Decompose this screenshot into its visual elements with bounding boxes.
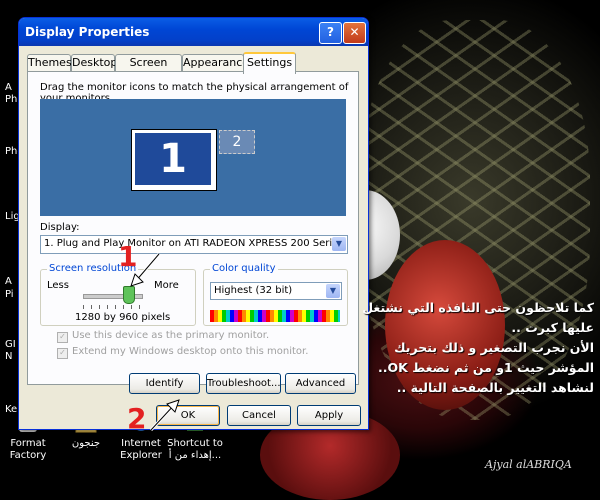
desktop-side-label[interactable]: A (5, 276, 12, 287)
tab-appearance[interactable]: Appearance (182, 54, 249, 72)
color-quality-group: Color quality Highest (32 bit) ▼ (203, 263, 348, 326)
settings-panel: Drag the monitor icons to match the phys… (27, 71, 359, 394)
title-bar[interactable]: Display Properties ? ✕ (19, 18, 368, 46)
chevron-down-icon[interactable]: ▼ (332, 237, 346, 251)
desktop-side-label[interactable]: A (5, 82, 12, 93)
resolution-value: 1280 by 960 pixels (75, 312, 171, 323)
step-2-arrow-icon (149, 399, 180, 432)
extend-desktop-label: Extend my Windows desktop onto this moni… (72, 346, 309, 357)
desktop-side-label[interactable]: GI (5, 339, 16, 350)
desktop-icon-label: Shortcut to إهداء من أ... (167, 438, 223, 461)
step-1-arrow-icon (130, 253, 161, 287)
close-button[interactable]: ✕ (343, 22, 366, 44)
monitor-arrangement-area: 1 2 (40, 99, 346, 216)
display-select-value: 1. Plug and Play Monitor on ATI RADEON X… (44, 238, 344, 249)
tab-themes[interactable]: Themes (27, 54, 72, 72)
desktop-side-label[interactable]: N (5, 351, 12, 362)
tab-screen-saver[interactable]: Screen Saver (115, 54, 182, 85)
resolution-slider-ticks (83, 305, 141, 309)
color-quality-title: Color quality (210, 263, 278, 274)
display-properties-window: Display Properties ? ✕ Themes Desktop Sc… (18, 17, 369, 430)
primary-monitor-label: Use this device as the primary monitor. (72, 330, 270, 341)
extend-desktop-checkbox[interactable]: ✓ Extend my Windows desktop onto this mon… (57, 346, 308, 359)
monitor-1-icon[interactable]: 1 (131, 129, 217, 191)
display-label: Display: (40, 222, 80, 233)
step-2-marker: 2 (127, 402, 147, 435)
monitor-2-icon[interactable]: 2 (219, 130, 255, 154)
color-spectrum-bar (210, 310, 340, 322)
identify-button[interactable]: Identify (129, 373, 200, 394)
desktop-icon-label: Internet Explorer (120, 438, 162, 461)
monitor-1-number: 1 (135, 133, 211, 185)
arabic-line: الأن نجرب التصغير و ذلك بتحريك (394, 340, 594, 355)
author-signature: Ajyal alABRIQA (485, 458, 572, 471)
cancel-button[interactable]: Cancel (227, 405, 291, 426)
less-label: Less (47, 280, 69, 291)
checkbox-box: ✓ (57, 348, 68, 359)
chevron-down-icon[interactable]: ▼ (326, 284, 340, 298)
arabic-line: عليها كبرت .. (511, 320, 594, 335)
screen-resolution-group: Screen resolution Less More 1280 by 960 … (40, 263, 196, 326)
troubleshoot-button[interactable]: Troubleshoot... (206, 373, 281, 394)
tab-desktop[interactable]: Desktop (71, 54, 117, 72)
arabic-line: المؤشر حيث 1و من ثم نضغط OK.. (378, 360, 594, 375)
color-quality-value: Highest (32 bit) (214, 285, 293, 296)
display-select[interactable]: 1. Plug and Play Monitor on ATI RADEON X… (40, 235, 348, 254)
arabic-instructions: كما تلاحظون حتى النافذه التي نشتغل عليها… (352, 298, 594, 398)
arabic-line: لنشاهد التغيير بالصفحة التالية .. (396, 380, 594, 395)
arabic-line: كما تلاحظون حتى النافذه التي نشتغل (362, 300, 594, 315)
color-quality-select[interactable]: Highest (32 bit) ▼ (210, 282, 342, 300)
desktop-icon-label: Format Factory (9, 438, 47, 461)
desktop-icon-label: جنجون (71, 438, 101, 449)
tab-settings[interactable]: Settings (243, 52, 296, 74)
help-button[interactable]: ? (319, 22, 342, 44)
desktop-side-label[interactable]: Pi (5, 289, 14, 300)
window-title: Display Properties (25, 25, 150, 39)
checkbox-box: ✓ (57, 332, 68, 343)
primary-monitor-checkbox[interactable]: ✓ Use this device as the primary monitor. (57, 330, 269, 343)
advanced-button[interactable]: Advanced (285, 373, 356, 394)
apply-button[interactable]: Apply (297, 405, 361, 426)
